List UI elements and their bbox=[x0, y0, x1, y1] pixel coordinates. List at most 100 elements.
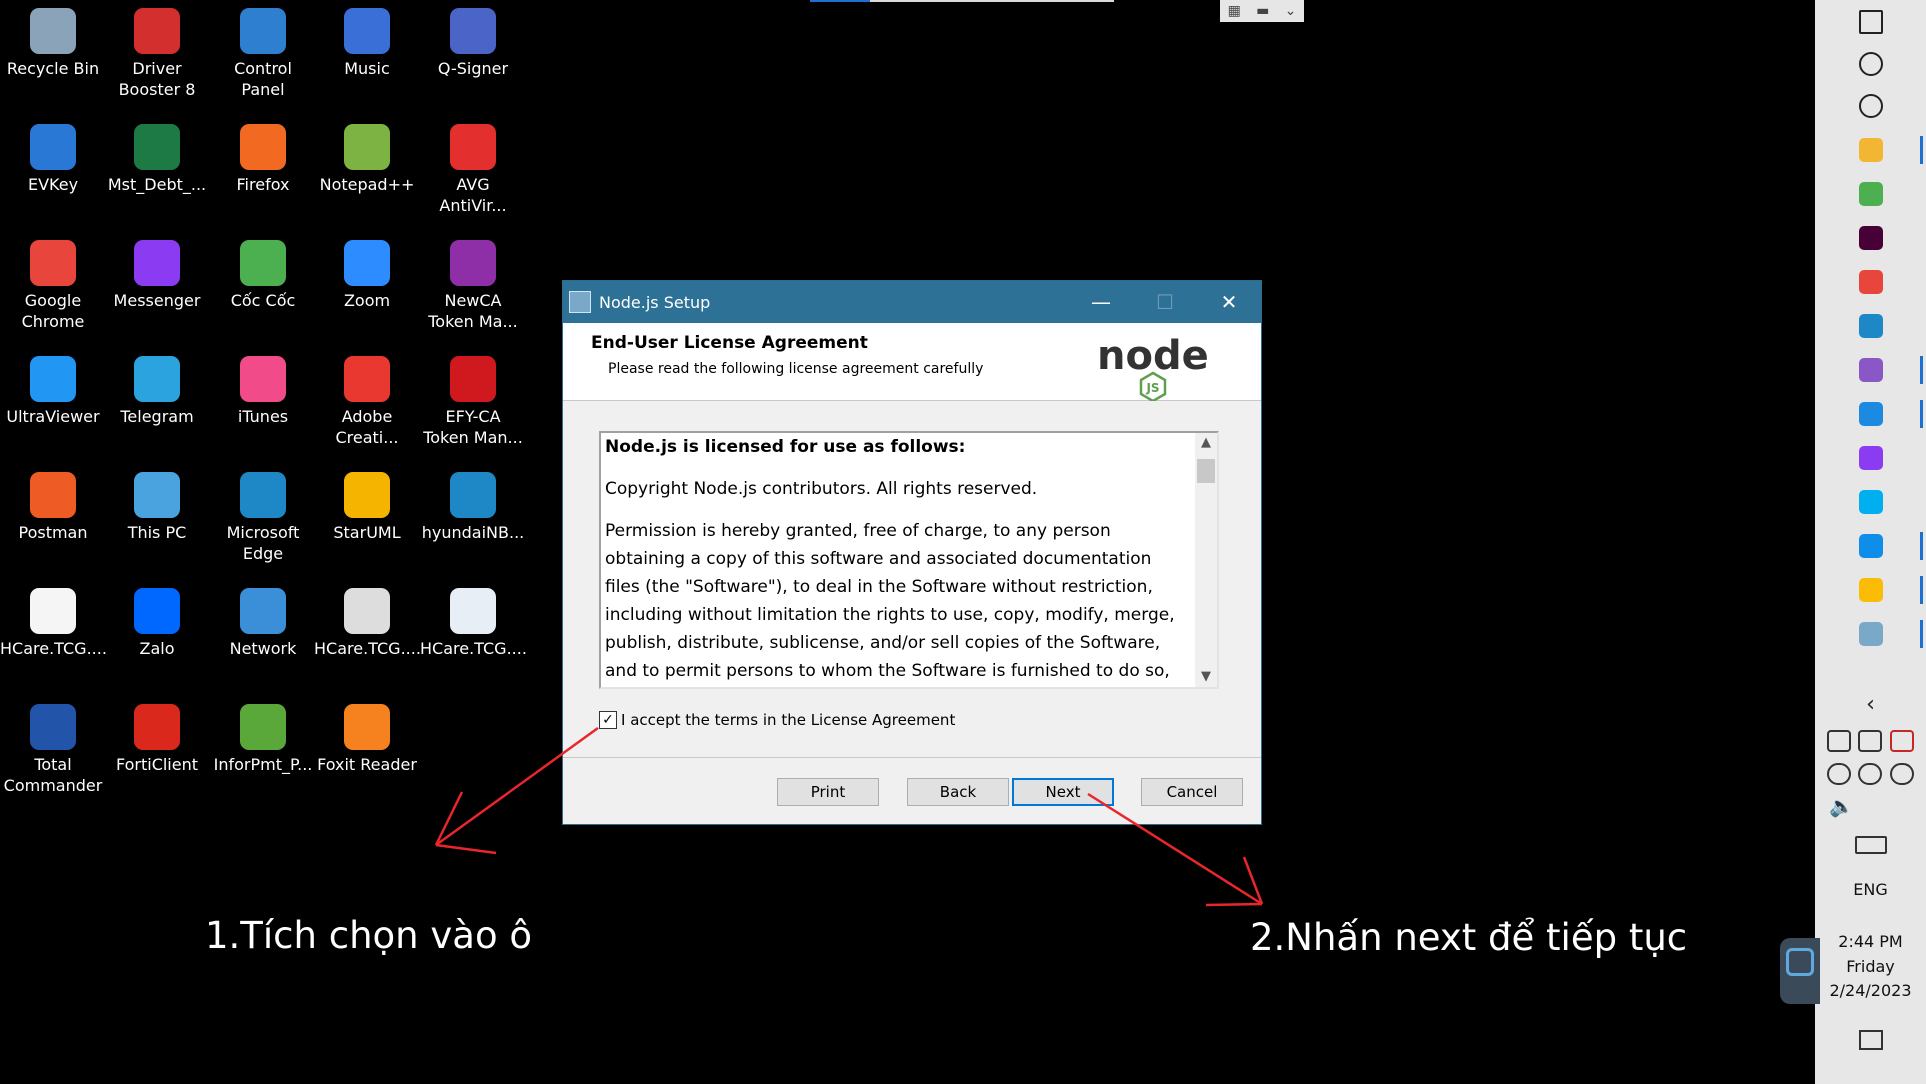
desktop-icon[interactable]: HCare.TCG.... bbox=[314, 580, 421, 690]
taskbar-cortana-button[interactable] bbox=[1815, 86, 1926, 126]
desktop-icon[interactable]: NewCA Token Ma... bbox=[420, 232, 526, 342]
taskbar-skype-button[interactable] bbox=[1815, 482, 1926, 522]
show-hidden-icons-button[interactable]: ‹ bbox=[1815, 692, 1926, 717]
clock-date[interactable]: 2/24/2023 bbox=[1815, 981, 1926, 1000]
close-button[interactable]: ✕ bbox=[1197, 281, 1261, 323]
license-scrollbar[interactable]: ▲ ▼ bbox=[1195, 433, 1217, 687]
next-button[interactable]: Next bbox=[1012, 778, 1114, 806]
network-tray-icon[interactable] bbox=[1827, 730, 1851, 752]
grid-icon[interactable]: ▦ bbox=[1228, 3, 1241, 19]
evkey-icon bbox=[30, 124, 76, 170]
desktop-icon[interactable]: This PC bbox=[104, 464, 210, 574]
taskbar-adobe-xd-button[interactable] bbox=[1815, 218, 1926, 258]
taskbar-start-button[interactable] bbox=[1815, 2, 1926, 42]
chevron-down-icon[interactable]: ⌄ bbox=[1285, 3, 1297, 19]
taskbar-search-button[interactable] bbox=[1815, 44, 1926, 84]
taskbar-visual-studio-button[interactable] bbox=[1815, 350, 1926, 390]
desktop-icon[interactable]: Total Commander bbox=[0, 696, 106, 806]
desktop-icon[interactable]: Mst_Debt_... bbox=[104, 116, 210, 226]
desktop-icon[interactable]: UltraViewer bbox=[0, 348, 106, 458]
desktop-icon[interactable]: Telegram bbox=[104, 348, 210, 458]
taskbar-chrome-button[interactable] bbox=[1815, 570, 1926, 610]
desktop-icon[interactable]: Music bbox=[314, 0, 420, 110]
desktop-icon[interactable]: Postman bbox=[0, 464, 106, 574]
dialog-titlebar[interactable]: Node.js Setup — ☐ ✕ bbox=[563, 281, 1261, 323]
desktop-icon[interactable]: EFY-CA Token Man... bbox=[420, 348, 526, 458]
desktop-icon-label: EFY-CA Token Man... bbox=[423, 407, 523, 447]
desktop-icon[interactable]: StarUML bbox=[314, 464, 420, 574]
sync-tray-icon[interactable] bbox=[1890, 763, 1914, 785]
clock-day[interactable]: Friday bbox=[1815, 957, 1926, 976]
desktop-icon[interactable]: Cốc Cốc bbox=[210, 232, 316, 342]
driver-booster-icon bbox=[134, 8, 180, 54]
desktop-icon[interactable]: InforPmt_P... bbox=[210, 696, 316, 806]
desktop-icon[interactable]: Notepad++ bbox=[314, 116, 420, 226]
back-button[interactable]: Back bbox=[907, 778, 1009, 806]
scroll-down-icon[interactable]: ▼ bbox=[1195, 667, 1217, 687]
desktop-icon[interactable]: Adobe Creati... bbox=[314, 348, 420, 458]
device-tray-icon[interactable] bbox=[1858, 730, 1882, 752]
desktop-icon[interactable]: Recycle Bin bbox=[0, 0, 106, 110]
chrome-icon bbox=[30, 240, 76, 286]
maximize-button: ☐ bbox=[1156, 290, 1174, 314]
desktop-icon[interactable]: EVKey bbox=[0, 116, 106, 226]
adobe-xd-icon bbox=[1858, 226, 1883, 250]
taskbar-teamviewer-button[interactable] bbox=[1815, 526, 1926, 566]
minimize-button[interactable]: — bbox=[1069, 281, 1133, 323]
desktop-icon[interactable]: HCare.TCG.... bbox=[0, 580, 107, 690]
desktop-icon[interactable]: Control Panel bbox=[210, 0, 316, 110]
desktop-icon[interactable]: Foxit Reader bbox=[314, 696, 420, 806]
messenger-icon bbox=[134, 240, 180, 286]
desktop-icon-label: EVKey bbox=[27, 175, 79, 194]
scroll-thumb[interactable] bbox=[1197, 459, 1215, 483]
accept-terms-checkbox[interactable]: ✓ bbox=[599, 711, 617, 729]
sync-tray-icon[interactable] bbox=[1858, 763, 1882, 785]
accept-terms-label[interactable]: I accept the terms in the License Agreem… bbox=[621, 711, 955, 729]
notification-center-icon[interactable] bbox=[1859, 1030, 1883, 1050]
recycle-bin-icon bbox=[30, 8, 76, 54]
taskbar-edge-button[interactable] bbox=[1815, 306, 1926, 346]
logo-badge: JS bbox=[1145, 381, 1159, 395]
desktop-icon[interactable]: Microsoft Edge bbox=[210, 464, 316, 574]
onedrive-error-icon[interactable] bbox=[1890, 730, 1914, 752]
teamviewer-side-panel-icon[interactable] bbox=[1780, 938, 1820, 1004]
desktop-icon[interactable]: HCare.TCG.... bbox=[420, 580, 527, 690]
desktop-icon[interactable]: Q-Signer bbox=[420, 0, 526, 110]
taskbar-file-explorer-button[interactable] bbox=[1815, 130, 1926, 170]
desktop-icon-label: This PC bbox=[127, 523, 187, 542]
clock-time[interactable]: 2:44 PM bbox=[1815, 932, 1926, 951]
running-indicator bbox=[1920, 532, 1923, 560]
taskbar-chrome-button[interactable] bbox=[1815, 262, 1926, 302]
desktop-icon-label: Driver Booster 8 bbox=[118, 59, 196, 99]
cancel-button[interactable]: Cancel bbox=[1141, 778, 1243, 806]
desktop-icon[interactable]: AVG AntiVir... bbox=[420, 116, 526, 226]
desktop-icon[interactable]: Messenger bbox=[104, 232, 210, 342]
scroll-up-icon[interactable]: ▲ bbox=[1195, 433, 1217, 453]
license-paragraph: Copyright Node.js contributors. All righ… bbox=[605, 479, 1038, 499]
sync-tray-icon[interactable] bbox=[1827, 763, 1851, 785]
desktop-icon[interactable]: Firefox bbox=[210, 116, 316, 226]
print-button[interactable]: Print bbox=[777, 778, 879, 806]
desktop-icon[interactable]: FortiClient bbox=[104, 696, 210, 806]
desktop-icon-label: Music bbox=[344, 59, 390, 78]
accept-terms-row[interactable]: ✓ I accept the terms in the License Agre… bbox=[599, 711, 955, 729]
license-text-box[interactable]: Node.js is licensed for use as follows: … bbox=[599, 431, 1219, 689]
language-indicator[interactable]: ENG bbox=[1815, 880, 1926, 899]
minimize-icon[interactable]: ▬ bbox=[1256, 3, 1269, 19]
divider bbox=[563, 757, 1261, 758]
taskbar-messenger-button[interactable] bbox=[1815, 438, 1926, 478]
desktop-icon[interactable]: Network bbox=[210, 580, 316, 690]
keyboard-icon[interactable] bbox=[1855, 836, 1887, 854]
taskbar-nodejs-setup-button[interactable] bbox=[1815, 614, 1926, 654]
q-signer-icon bbox=[450, 8, 496, 54]
floating-toolbar[interactable]: ▦ ▬ ⌄ bbox=[1220, 0, 1304, 22]
desktop-icon[interactable]: Zalo bbox=[104, 580, 210, 690]
desktop-icon[interactable]: hyundaiNB... bbox=[420, 464, 526, 574]
taskbar-coccoc-button[interactable] bbox=[1815, 174, 1926, 214]
volume-icon[interactable]: 🔈 bbox=[1829, 794, 1854, 818]
desktop-icon[interactable]: Driver Booster 8 bbox=[104, 0, 210, 110]
taskbar-vscode-button[interactable] bbox=[1815, 394, 1926, 434]
desktop-icon[interactable]: Zoom bbox=[314, 232, 420, 342]
desktop-icon[interactable]: Google Chrome bbox=[0, 232, 106, 342]
desktop-icon[interactable]: iTunes bbox=[210, 348, 316, 458]
